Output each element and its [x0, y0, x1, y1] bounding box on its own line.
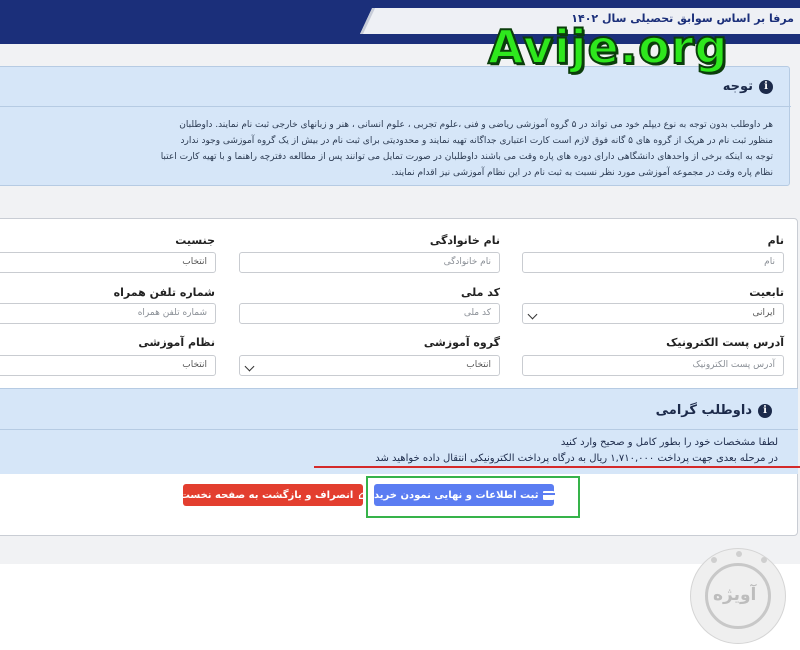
education-group-select[interactable]: انتخاب — [239, 355, 500, 376]
applicant-divider — [0, 429, 798, 430]
gender-select[interactable]: انتخاب — [0, 252, 216, 273]
education-system-select[interactable]: انتخاب — [0, 355, 216, 376]
notice-title: توجه — [722, 79, 753, 94]
brand-watermark: Avije.org — [487, 19, 729, 75]
notice-line: هر داوطلب بدون توجه به نوع دیپلم خود می … — [179, 120, 773, 130]
submit-purchase-button[interactable]: ثبت اطلاعات و نهایی نمودن خرید — [374, 484, 555, 506]
logo-dot — [711, 557, 717, 563]
education-group-value: انتخاب — [466, 360, 491, 370]
notice-line: توجه به اینکه برخی از واحدهای دانشگاهی د… — [160, 152, 773, 162]
applicant-header: i داوطلب گرامی — [656, 403, 772, 418]
notice-divider — [0, 106, 791, 107]
education-system-label: نظام آموزشی — [138, 336, 215, 349]
chevron-down-icon — [244, 361, 255, 372]
mobile-input[interactable]: شماره تلفن همراه — [0, 303, 216, 324]
applicant-line-1: لطفا مشخصات خود را بطور کامل و صحیح وارد… — [560, 437, 778, 448]
mobile-label: شماره تلفن همراه — [113, 286, 215, 299]
cancel-label: انصراف و بازگشت به صفحه نخست — [179, 489, 354, 501]
first-name-label: نام — [767, 234, 784, 247]
nationality-value: ایرانی — [752, 308, 775, 318]
applicant-notice-card: i داوطلب گرامی لطفا مشخصات خود را بطور ک… — [0, 388, 798, 474]
email-label: آدرس پست الکترونیک — [666, 336, 784, 349]
chevron-down-icon — [527, 309, 538, 320]
national-code-label: کد ملی — [460, 286, 500, 299]
notice-body: هر داوطلب بدون توجه به نوع دیپلم خود می … — [0, 117, 773, 181]
education-group-label: گروه آموزشی — [423, 336, 500, 349]
notice-line: نظام پاره وقت در مجموعه آموزشی مورد نظر … — [391, 168, 773, 178]
cancel-return-home-button[interactable]: ⌂ انصراف و بازگشت به صفحه نخست — [179, 484, 367, 506]
notice-line: منظور ثبت نام در هریک از گروه های ۵ گانه… — [180, 136, 773, 146]
last-name-label: نام خانوادگی — [429, 234, 500, 247]
logo-dot — [736, 551, 742, 557]
last-name-input[interactable]: نام خانوادگی — [239, 252, 500, 273]
nationality-select[interactable]: ایرانی — [522, 303, 784, 324]
nationality-label: تابعیت — [749, 286, 784, 299]
submit-label: ثبت اطلاعات و نهایی نمودن خرید — [374, 489, 539, 501]
notice-header: i توجه — [723, 79, 773, 94]
home-icon: ⌂ — [358, 488, 367, 502]
gender-label: جنسیت — [175, 234, 215, 247]
logo-dot — [761, 557, 767, 563]
logo-text: آویژه — [713, 585, 757, 605]
applicant-line-2: در مرحله بعدی جهت پرداخت ۱,۷۱۰,۰۰۰ ریال … — [375, 453, 778, 464]
national-code-input[interactable]: کد ملی — [239, 303, 500, 324]
notice-card: i توجه هر داوطلب بدون توجه به نوع دیپلم … — [0, 66, 791, 186]
info-icon: i — [758, 403, 772, 418]
credit-card-icon — [543, 490, 555, 500]
info-icon: i — [759, 79, 773, 94]
email-input[interactable]: آدرس پست الکترونیک — [522, 355, 784, 376]
applicant-title: داوطلب گرامی — [655, 403, 752, 418]
first-name-input[interactable]: نام — [522, 252, 784, 273]
site-logo: آویژه — [690, 548, 786, 644]
highlight-underline — [314, 466, 800, 468]
